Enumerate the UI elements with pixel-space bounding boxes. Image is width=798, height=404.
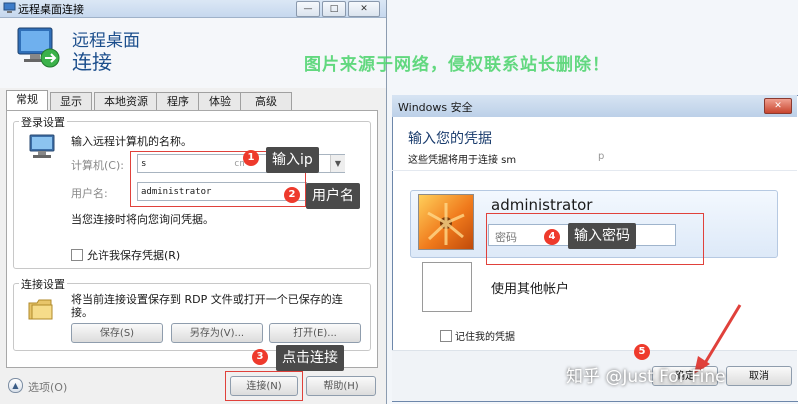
- username-label: 用户名:: [71, 187, 108, 200]
- security-titlebar: Windows 安全 ✕: [392, 95, 797, 117]
- login-prompt: 输入远程计算机的名称。: [71, 135, 192, 148]
- computer-dropdown-arrow-icon[interactable]: ▼: [330, 155, 345, 172]
- monitor-logo-icon: [17, 27, 60, 68]
- tab-experience[interactable]: 体验: [198, 92, 242, 110]
- tab-advanced[interactable]: 高级: [240, 92, 292, 110]
- tab-general[interactable]: 常规: [6, 90, 48, 111]
- connection-settings-title: 连接设置: [19, 276, 67, 292]
- tab-display[interactable]: 显示: [50, 92, 92, 110]
- security-close-button[interactable]: ✕: [764, 98, 792, 114]
- options-expand-icon[interactable]: ▲: [8, 378, 23, 393]
- save-button[interactable]: 保存(S): [71, 323, 163, 343]
- rdp-titlebar: 远程桌面连接 — □ ✕: [0, 0, 386, 18]
- minimize-button[interactable]: —: [296, 1, 320, 17]
- connection-description: 将当前连接设置保存到 RDP 文件或打开一个已保存的连接。: [71, 293, 343, 319]
- step-5-badge: 5: [634, 344, 650, 360]
- remember-credentials-label: 记住我的凭据: [455, 332, 515, 343]
- computer-icon: [29, 134, 55, 158]
- user-avatar: [418, 194, 474, 250]
- close-button[interactable]: ✕: [348, 1, 380, 17]
- security-dialog-title: Windows 安全: [398, 101, 473, 114]
- help-button[interactable]: 帮助(H): [306, 376, 376, 396]
- security-subtext: 这些凭据将用于连接 sm: [408, 155, 517, 166]
- other-account-label[interactable]: 使用其他帐户: [491, 278, 569, 297]
- allow-save-checkbox[interactable]: [71, 249, 83, 261]
- step-1-badge: 1: [243, 150, 259, 166]
- zhihu-watermark: 知乎 @Just For Fine: [566, 367, 726, 387]
- step-3-callout: 点击连接: [276, 345, 344, 371]
- step-2-badge: 2: [284, 187, 300, 203]
- header-title-line2: 连接: [72, 50, 112, 74]
- credential-note: 当您连接时将向您询问凭据。: [71, 213, 214, 226]
- credential-username: administrator: [491, 196, 593, 214]
- step-4-badge: 4: [544, 229, 560, 245]
- computer-label: 计算机(C):: [71, 159, 124, 172]
- copyright-watermark: 图片来源于网络，侵权联系站长删除！: [304, 55, 610, 75]
- allow-save-label: 允许我保存凭据(R): [87, 249, 181, 262]
- remember-credentials-checkbox[interactable]: [440, 330, 452, 342]
- rdp-window-title: 远程桌面连接: [18, 3, 84, 16]
- step-2-callout: 用户名: [306, 183, 360, 209]
- tab-local-resources[interactable]: 本地资源: [94, 92, 158, 110]
- login-settings-title: 登录设置: [19, 114, 67, 130]
- connect-button-highlight: [225, 371, 303, 401]
- open-button[interactable]: 打开(E)...: [269, 323, 361, 343]
- other-account-avatar[interactable]: [422, 262, 472, 312]
- save-as-button[interactable]: 另存为(V)...: [171, 323, 263, 343]
- general-tab-panel: 登录设置 输入远程计算机的名称。 计算机(C): s cn ▼ 用户名: adm…: [6, 110, 378, 368]
- folder-icon: [28, 299, 53, 320]
- flower-avatar-icon: [427, 203, 465, 245]
- security-subtext-tail: p: [598, 151, 605, 162]
- tab-programs[interactable]: 程序: [156, 92, 200, 110]
- step-3-badge: 3: [252, 349, 268, 365]
- rdp-app-icon: [3, 2, 16, 13]
- security-heading: 输入您的凭据: [408, 131, 492, 147]
- security-divider: [392, 170, 797, 171]
- maximize-button[interactable]: □: [322, 1, 346, 17]
- options-label[interactable]: 选项(O): [28, 379, 67, 395]
- step-4-callout: 输入密码: [568, 223, 636, 249]
- step-1-callout: 输入ip: [266, 147, 319, 173]
